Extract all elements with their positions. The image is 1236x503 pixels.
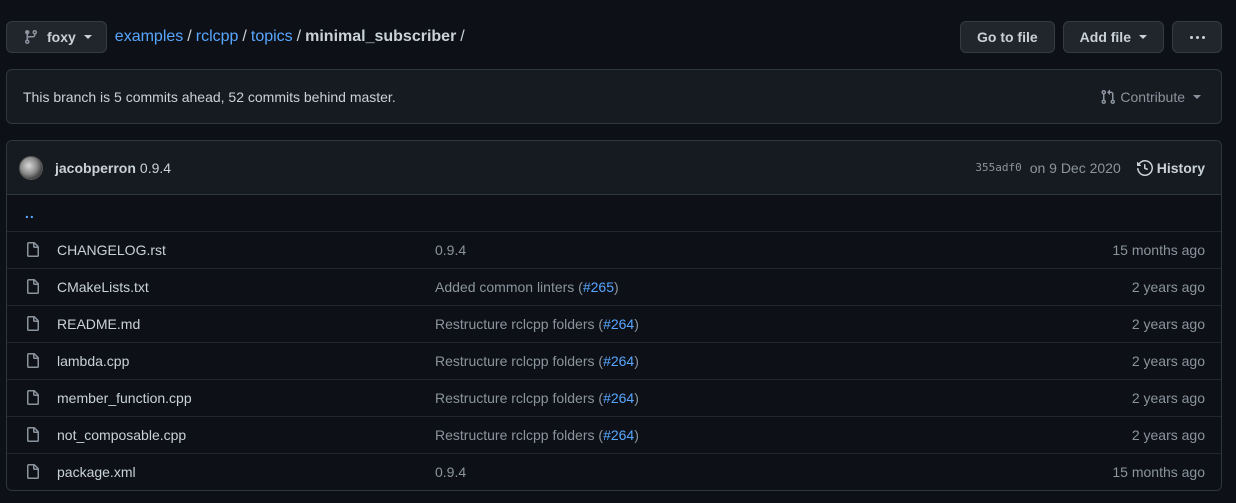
- file-icon: [25, 353, 41, 369]
- commit-date: on 9 Dec 2020: [1029, 159, 1121, 176]
- file-age: 2 years ago: [1131, 353, 1205, 369]
- file-icon: [25, 464, 41, 480]
- file-commit-message-text: Restructure rclcpp folders (: [435, 427, 604, 443]
- branch-status-text: This branch is 5 commits ahead, 52 commi…: [23, 88, 396, 105]
- file-commit-message[interactable]: Added common linters (#265): [435, 279, 619, 295]
- file-icon: [25, 242, 41, 258]
- file-commit-message-suffix: ): [634, 316, 639, 332]
- branch-select-button[interactable]: foxy: [6, 21, 107, 53]
- file-rows: CHANGELOG.rst 0.9.4 15 months ago CMakeL…: [7, 231, 1221, 490]
- pull-request-link[interactable]: #264: [603, 427, 634, 443]
- breadcrumb-link-examples[interactable]: examples: [115, 28, 183, 46]
- file-icon: [25, 279, 41, 295]
- commit-sha[interactable]: 355adf0: [975, 161, 1021, 174]
- breadcrumb: examples / rclcpp / topics / minimal_sub…: [115, 28, 469, 46]
- history-icon: [1136, 159, 1153, 176]
- file-commit-message[interactable]: 0.9.4: [435, 464, 466, 480]
- file-icon: [25, 390, 41, 406]
- file-row: not_composable.cpp Restructure rclcpp fo…: [7, 416, 1221, 453]
- branch-status-notice: This branch is 5 commits ahead, 52 commi…: [6, 69, 1222, 124]
- file-row: CHANGELOG.rst 0.9.4 15 months ago: [7, 231, 1221, 268]
- file-commit-message[interactable]: Restructure rclcpp folders (#264): [435, 316, 639, 332]
- file-age: 2 years ago: [1131, 279, 1205, 295]
- chevron-down-icon: [1139, 35, 1147, 39]
- file-commit-message-suffix: ): [634, 353, 639, 369]
- file-commit-message-text: Restructure rclcpp folders (: [435, 316, 604, 332]
- add-file-button[interactable]: Add file: [1062, 21, 1164, 53]
- file-commit-message[interactable]: Restructure rclcpp folders (#264): [435, 427, 639, 443]
- file-icon: [25, 316, 41, 332]
- file-row: member_function.cpp Restructure rclcpp f…: [7, 379, 1221, 416]
- commit-message[interactable]: 0.9.4: [140, 160, 171, 176]
- file-commit-message-text: 0.9.4: [435, 464, 467, 480]
- file-name[interactable]: CMakeLists.txt: [57, 279, 435, 295]
- more-options-button[interactable]: [1172, 21, 1222, 53]
- go-to-file-button[interactable]: Go to file: [959, 21, 1055, 53]
- file-row: lambda.cpp Restructure rclcpp folders (#…: [7, 342, 1221, 379]
- commit-author[interactable]: jacobperron: [55, 160, 136, 176]
- breadcrumb-link-topics[interactable]: topics: [251, 28, 293, 46]
- add-file-label: Add file: [1079, 29, 1131, 45]
- breadcrumb-separator: /: [187, 28, 192, 45]
- file-age: 2 years ago: [1131, 316, 1205, 332]
- history-link[interactable]: History: [1136, 159, 1205, 176]
- file-name[interactable]: member_function.cpp: [57, 390, 435, 406]
- contribute-label: Contribute: [1120, 88, 1185, 105]
- file-commit-message-suffix: ): [634, 390, 639, 406]
- file-name[interactable]: README.md: [57, 316, 435, 332]
- avatar[interactable]: [19, 155, 43, 180]
- pull-request-link[interactable]: #264: [603, 316, 634, 332]
- chevron-down-icon: [83, 35, 92, 39]
- file-commit-message-suffix: ): [614, 279, 619, 295]
- file-commit-message-suffix: ): [634, 427, 639, 443]
- parent-directory-row: ..: [7, 195, 1221, 231]
- breadcrumb-separator: /: [460, 28, 465, 45]
- file-commit-message-text: Added common linters (: [435, 279, 583, 295]
- file-age: 2 years ago: [1131, 427, 1205, 443]
- contribute-button[interactable]: Contribute: [1100, 89, 1201, 105]
- breadcrumb-link-rclcpp[interactable]: rclcpp: [196, 28, 239, 46]
- kebab-horizontal-icon: [1189, 35, 1205, 39]
- branch-name: foxy: [47, 29, 76, 45]
- pull-request-link[interactable]: #264: [603, 390, 634, 406]
- commit-meta: 355adf0 on 9 Dec 2020 History: [975, 160, 1205, 176]
- file-row: package.xml 0.9.4 15 months ago: [7, 453, 1221, 490]
- chevron-down-icon: [1193, 94, 1201, 99]
- file-name[interactable]: package.xml: [57, 464, 435, 480]
- file-row: README.md Restructure rclcpp folders (#2…: [7, 305, 1221, 342]
- breadcrumb-current: minimal_subscriber: [305, 28, 457, 45]
- file-commit-message[interactable]: Restructure rclcpp folders (#264): [435, 353, 639, 369]
- file-list: jacobperron 0.9.4 355adf0 on 9 Dec 2020 …: [6, 140, 1222, 491]
- file-commit-message-text: 0.9.4: [435, 242, 467, 258]
- file-commit-message-text: Restructure rclcpp folders (: [435, 390, 604, 406]
- breadcrumb-separator: /: [296, 28, 302, 45]
- git-branch-icon: [24, 30, 37, 45]
- file-commit-message[interactable]: Restructure rclcpp folders (#264): [435, 390, 639, 406]
- file-name[interactable]: lambda.cpp: [57, 353, 435, 369]
- pull-request-link[interactable]: #264: [603, 353, 634, 369]
- history-label: History: [1156, 159, 1205, 176]
- breadcrumb-separator: /: [242, 28, 247, 45]
- file-actions: Go to file Add file: [959, 21, 1222, 53]
- git-pull-request-icon: [1101, 89, 1116, 104]
- file-age: 15 months ago: [1112, 464, 1205, 480]
- file-icon: [25, 427, 41, 443]
- pull-request-link[interactable]: #265: [583, 279, 614, 295]
- file-commit-message[interactable]: 0.9.4: [435, 242, 466, 258]
- latest-commit-bar: jacobperron 0.9.4 355adf0 on 9 Dec 2020 …: [7, 141, 1221, 195]
- file-age: 15 months ago: [1112, 242, 1205, 258]
- file-name[interactable]: CHANGELOG.rst: [57, 242, 435, 258]
- file-age: 2 years ago: [1131, 390, 1205, 406]
- parent-directory-link[interactable]: ..: [25, 205, 35, 221]
- file-row: CMakeLists.txt Added common linters (#26…: [7, 268, 1221, 305]
- file-navigation: foxy examples / rclcpp / topics / minima…: [6, 21, 1222, 53]
- file-commit-message-text: Restructure rclcpp folders (: [435, 353, 604, 369]
- file-name[interactable]: not_composable.cpp: [57, 427, 435, 443]
